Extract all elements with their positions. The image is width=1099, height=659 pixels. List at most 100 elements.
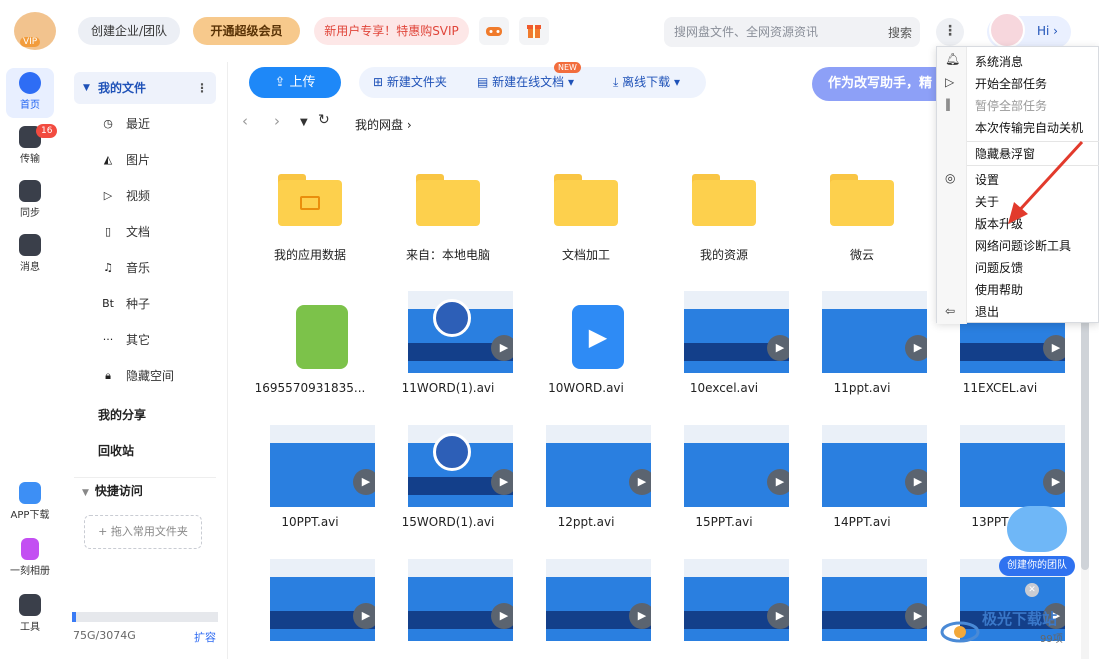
nav-recycle[interactable]: 回收站 — [98, 442, 134, 459]
scrollbar-thumb[interactable] — [1081, 310, 1089, 570]
nav-item[interactable]: ◷ 最近 — [100, 114, 150, 134]
settings-icon: ◎ — [945, 171, 956, 185]
nav-item[interactable]: ··· 其它 — [100, 330, 150, 350]
file-item[interactable]: ▶ 11WORD(1).avi — [379, 291, 517, 415]
app-logo[interactable]: VIP — [14, 12, 56, 50]
file-item[interactable]: ▶ 15PPT.avi — [655, 425, 793, 549]
game-icon[interactable] — [479, 17, 509, 45]
folder-item[interactable]: 我的资源 — [655, 146, 793, 270]
gift-icon[interactable] — [519, 17, 549, 45]
nav-my-files[interactable]: ▼ 我的文件 ⋮ — [74, 72, 216, 104]
rail-tools[interactable]: 工具 — [6, 594, 54, 633]
rail-transfer-label: 传输 — [20, 154, 40, 165]
folder-plus-icon: ⊞ — [373, 75, 387, 89]
offline-download-label: 离线下载 ▾ — [622, 75, 680, 89]
team-widget[interactable]: 创建你的团队 — [999, 506, 1075, 576]
folder-item[interactable]: 我的应用数据 — [241, 146, 379, 270]
open-vip-button[interactable]: 开通超级会员 — [193, 17, 300, 45]
file-item[interactable]: ▶ — [379, 559, 517, 659]
nav-item-label: 其它 — [126, 333, 151, 347]
create-team-button[interactable]: 创建企业/团队 — [78, 17, 180, 45]
divider — [74, 477, 216, 478]
menu-item[interactable]: 开始全部任务 — [975, 74, 1047, 94]
back-icon[interactable]: ‹ — [242, 112, 248, 130]
more-menu-button[interactable]: ⋮ — [936, 18, 964, 46]
nav-item[interactable]: 🔒︎ 隐藏空间 — [100, 366, 174, 386]
nav-item[interactable]: ◭ 图片 — [100, 150, 150, 170]
play-icon: ▶ — [767, 469, 789, 495]
menu-item[interactable]: 使用帮助 — [975, 280, 1023, 300]
nav-item[interactable]: Bt 种子 — [100, 294, 150, 314]
folder-icon — [416, 174, 480, 226]
menu-item[interactable]: 退出 — [975, 302, 999, 322]
folder-item[interactable]: 来自：本地电脑 — [379, 146, 517, 270]
search-button[interactable]: 搜索 — [888, 24, 912, 41]
file-item[interactable]: ▶ 10PPT.avi — [241, 425, 379, 549]
user-profile[interactable]: Hi › — [987, 12, 1071, 48]
file-item[interactable]: ▶ 11ppt.avi — [793, 291, 931, 415]
nav-item[interactable]: ♫ 音乐 — [100, 258, 150, 278]
file-item[interactable]: ▶ 15WORD(1).avi — [379, 425, 517, 549]
forward-icon[interactable]: › — [274, 112, 280, 130]
history-dropdown-icon[interactable]: ▼ — [300, 117, 308, 128]
rail-tools-label: 工具 — [20, 622, 40, 633]
video-thumbnail: ▶ — [684, 559, 789, 641]
file-item[interactable]: ▶ 14PPT.avi — [793, 425, 931, 549]
user-greeting[interactable]: Hi › — [1037, 24, 1058, 38]
search-box: 搜索 — [664, 17, 920, 47]
folder-name: 文档加工 — [561, 248, 610, 262]
rail-home[interactable]: 首页 — [6, 68, 54, 118]
kebab-icon[interactable]: ⋮ — [196, 72, 208, 104]
file-name: 10excel.avi — [689, 381, 759, 395]
file-item[interactable]: ▶ — [241, 559, 379, 659]
menu-item[interactable]: 问题反馈 — [975, 258, 1023, 278]
rail-sync[interactable]: 同步 — [6, 180, 54, 219]
menu-item[interactable]: 关于 — [975, 192, 999, 212]
nav-item[interactable]: ▯ 文档 — [100, 222, 150, 242]
offline-download-button[interactable]: ⤓ 离线下载 ▾ — [613, 67, 680, 98]
nav-item[interactable]: ▷ 视频 — [100, 186, 150, 206]
menu-item[interactable]: 设置 — [975, 170, 999, 190]
rail-album[interactable]: 一刻相册 — [6, 538, 54, 577]
video-thumbnail: ▶ — [408, 291, 513, 373]
menu-item[interactable]: 本次传输完自动关机 — [975, 118, 1083, 138]
menu-item[interactable]: 网络问题诊断工具 — [975, 236, 1071, 256]
rail-app-download[interactable]: APP下载 — [6, 482, 54, 521]
avatar[interactable] — [989, 12, 1025, 48]
file-item[interactable]: ▶ — [793, 559, 931, 659]
rail-transfer[interactable]: 16 传输 — [6, 124, 58, 165]
play-icon: ▶ — [767, 603, 789, 629]
file-item[interactable]: ▶ 12ppt.avi — [517, 425, 655, 549]
play-icon: ▶ — [629, 469, 651, 495]
play-icon: ▶ — [1043, 469, 1065, 495]
file-item[interactable]: ▶ — [517, 559, 655, 659]
search-input[interactable] — [674, 17, 874, 47]
file-item[interactable]: ▶ — [655, 559, 793, 659]
file-item[interactable]: ▶ 10WORD.avi — [517, 291, 655, 415]
play-icon: ▶ — [491, 335, 513, 361]
folder-item[interactable]: 微云 — [793, 146, 931, 270]
add-common-folder-dropzone[interactable]: + 拖入常用文件夹 — [84, 515, 202, 549]
breadcrumb-path[interactable]: 我的网盘 › — [355, 116, 412, 133]
expand-storage-link[interactable]: 扩容 — [194, 629, 216, 645]
play-icon: ▶ — [353, 469, 375, 495]
play-icon: ▶ — [905, 335, 927, 361]
sync-icon — [19, 180, 41, 202]
file-item[interactable]: 1695570931835... — [241, 291, 379, 415]
folder-name: 微云 — [849, 248, 874, 262]
nav-quick-access[interactable]: ▼ 快捷访问 — [82, 482, 143, 499]
refresh-icon[interactable]: ↻ — [318, 112, 330, 128]
assistant-banner[interactable]: 作为改写助手，精 — [812, 67, 952, 101]
nav-item-label: 种子 — [126, 297, 151, 311]
menu-item[interactable]: 暂停全部任务 — [975, 96, 1047, 116]
nav-my-share[interactable]: 我的分享 — [98, 406, 146, 423]
video-thumbnail: ▶ — [546, 559, 651, 641]
rail-messages[interactable]: 消息 — [6, 234, 54, 273]
upload-button[interactable]: ⇪ 上传 — [249, 67, 341, 98]
close-icon[interactable]: ✕ — [1025, 583, 1039, 597]
folder-item[interactable]: 文档加工 — [517, 146, 655, 270]
new-folder-button[interactable]: ⊞ 新建文件夹 — [373, 67, 447, 98]
svip-promo-button[interactable]: 新用户专享！特惠购SVIP — [314, 17, 469, 45]
file-item[interactable]: ▶ 10excel.avi — [655, 291, 793, 415]
menu-item[interactable]: 系统消息 — [975, 52, 1023, 72]
